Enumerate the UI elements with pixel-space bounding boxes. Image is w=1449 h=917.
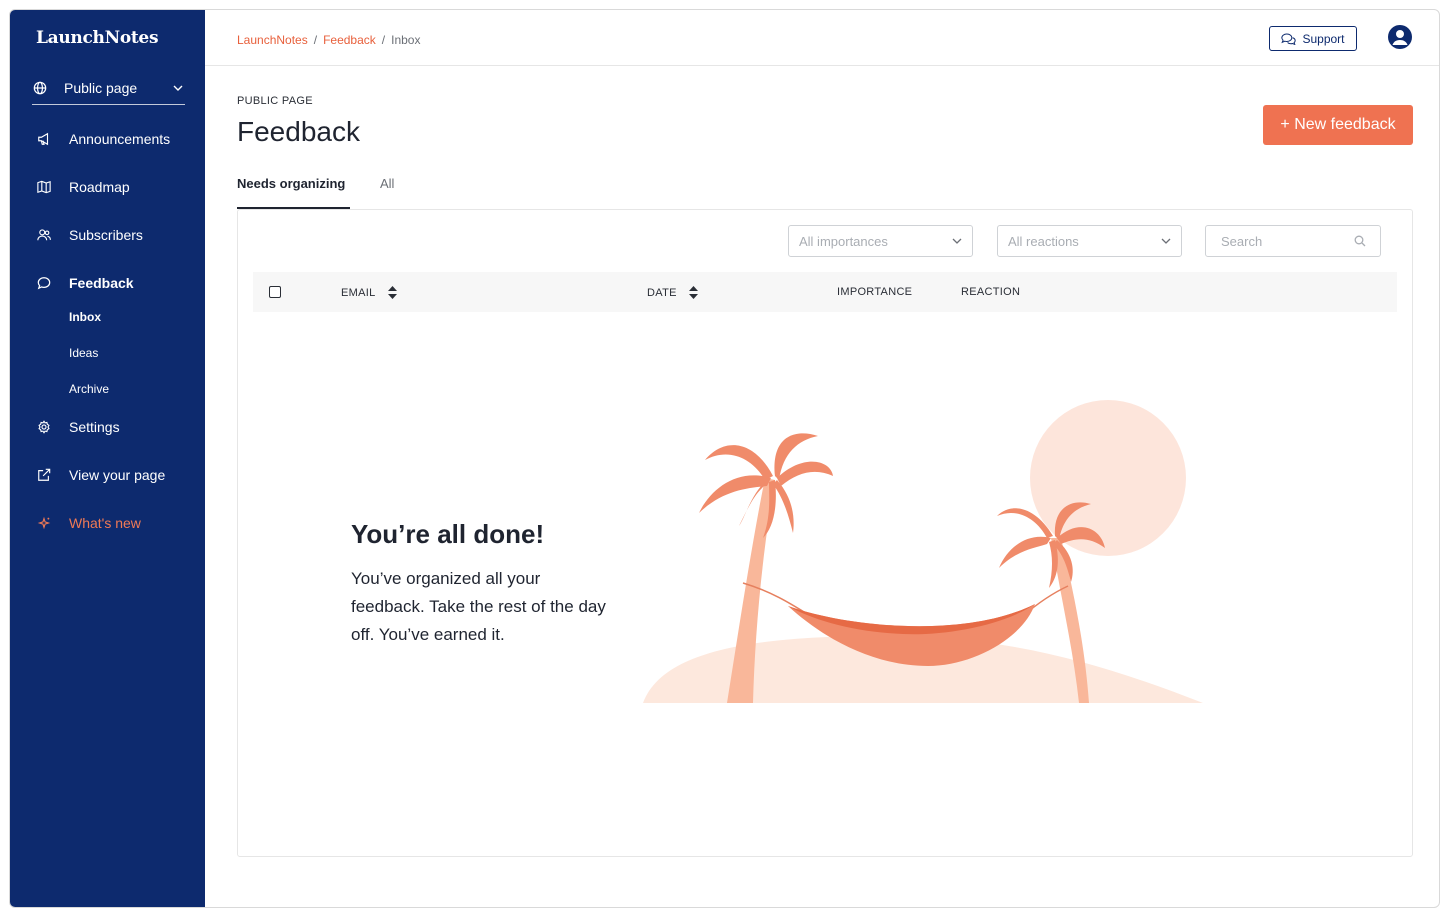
sidebar-subitem-archive[interactable]: Archive	[69, 382, 109, 396]
beach-hammock-illustration	[643, 400, 1203, 703]
column-importance: IMPORTANCE	[837, 286, 912, 298]
search-input[interactable]: Search	[1205, 225, 1381, 257]
users-icon	[37, 228, 51, 242]
sidebar-item-subscribers[interactable]: Subscribers	[37, 227, 143, 243]
reactions-filter[interactable]: All reactions	[997, 225, 1182, 257]
page-eyebrow: PUBLIC PAGE	[237, 95, 313, 107]
select-all-checkbox[interactable]	[269, 286, 281, 298]
chevron-down-icon	[173, 85, 183, 91]
importance-filter[interactable]: All importances	[788, 225, 973, 257]
new-feedback-button[interactable]: + New feedback	[1263, 105, 1413, 145]
app-logo: LaunchNotes	[36, 28, 159, 48]
empty-state-title: You’re all done!	[351, 519, 545, 549]
chevron-down-icon	[952, 238, 962, 244]
tab-all[interactable]: All	[380, 176, 394, 209]
sidebar-item-label: Roadmap	[69, 179, 130, 195]
app-window: LaunchNotes Public page Announcements Ro…	[9, 9, 1440, 908]
empty-state-text: You’ve organized all your feedback. Take…	[351, 569, 606, 644]
sidebar-subitem-inbox[interactable]: Inbox	[69, 310, 101, 324]
sidebar-item-label: Feedback	[69, 275, 134, 291]
column-date[interactable]: DATE	[647, 286, 698, 299]
globe-icon	[33, 81, 47, 95]
breadcrumb-separator: /	[313, 33, 318, 47]
sidebar-subitem-ideas[interactable]: Ideas	[69, 346, 98, 360]
breadcrumb: LaunchNotes / Feedback / Inbox	[237, 33, 420, 47]
sidebar-item-feedback[interactable]: Feedback	[37, 275, 134, 291]
column-importance-label: IMPORTANCE	[837, 286, 913, 298]
support-button[interactable]: Support	[1269, 26, 1357, 51]
user-avatar[interactable]	[1388, 25, 1412, 49]
sidebar-item-label: Settings	[69, 419, 120, 435]
chat-bubble-icon	[37, 276, 51, 290]
workspace-switcher[interactable]: Public page	[32, 72, 185, 105]
breadcrumb-launchnotes[interactable]: LaunchNotes	[237, 33, 308, 47]
search-placeholder: Search	[1221, 233, 1263, 249]
workspace-label: Public page	[64, 80, 138, 96]
sidebar-item-label: What's new	[69, 515, 141, 531]
sort-icon[interactable]	[688, 286, 698, 299]
importance-filter-value: All importances	[799, 233, 888, 249]
breadcrumb-inbox: Inbox	[391, 33, 421, 47]
breadcrumb-separator: /	[381, 33, 386, 47]
column-reaction: REACTION	[961, 286, 1020, 298]
external-link-icon	[37, 468, 51, 482]
gear-icon	[37, 420, 51, 434]
megaphone-icon	[37, 132, 51, 146]
sort-icon[interactable]	[387, 286, 397, 299]
column-email[interactable]: EMAIL	[341, 286, 397, 299]
support-label: Support	[1302, 31, 1345, 46]
column-email-label: EMAIL	[341, 286, 376, 299]
sidebar-item-whats-new[interactable]: What's new	[37, 515, 141, 531]
sidebar-item-roadmap[interactable]: Roadmap	[37, 179, 130, 195]
reactions-filter-value: All reactions	[1008, 233, 1079, 249]
chat-icon	[1281, 32, 1297, 45]
map-icon	[37, 180, 51, 194]
chevron-down-icon	[1161, 238, 1171, 244]
breadcrumb-feedback[interactable]: Feedback	[323, 33, 376, 47]
user-icon	[1392, 30, 1408, 45]
sidebar-item-view-your-page[interactable]: View your page	[37, 467, 165, 483]
sidebar-item-label: View your page	[69, 467, 166, 483]
search-icon	[1354, 235, 1366, 247]
feedback-panel: All importances All reactions Search EMA…	[237, 209, 1413, 857]
tab-needs-organizing[interactable]: Needs organizing	[237, 176, 350, 209]
sidebar-item-label: Announcements	[69, 131, 171, 147]
sidebar-item-announcements[interactable]: Announcements	[37, 131, 170, 147]
sidebar-item-settings[interactable]: Settings	[37, 419, 120, 435]
column-date-label: DATE	[647, 286, 677, 299]
table-header: EMAIL DATE IMPORTANCE REACTION	[253, 272, 1397, 312]
column-reaction-label: REACTION	[961, 286, 1021, 298]
sparkle-icon	[37, 516, 51, 530]
page-title: Feedback	[237, 116, 360, 147]
top-bar: LaunchNotes / Feedback / Inbox Support	[205, 10, 1439, 66]
sidebar: LaunchNotes Public page Announcements Ro…	[10, 10, 205, 907]
sidebar-item-label: Subscribers	[69, 227, 143, 243]
